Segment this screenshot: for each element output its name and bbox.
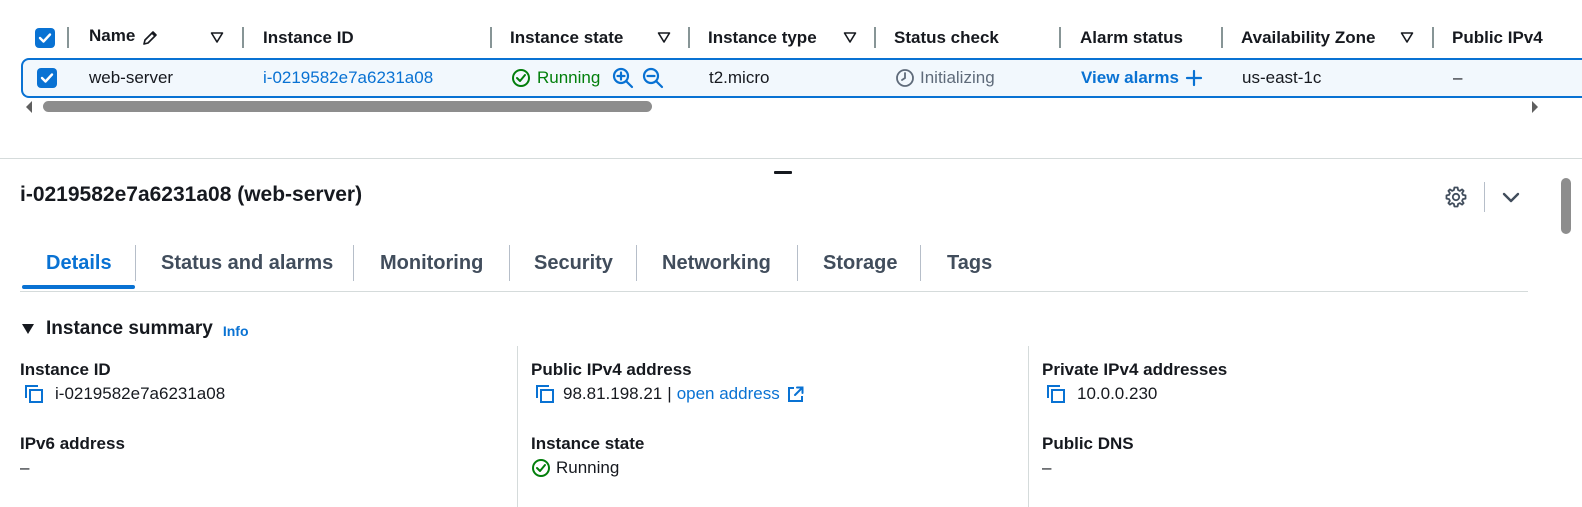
copy-icon[interactable] bbox=[23, 383, 45, 405]
ipv6-address-value: – bbox=[20, 458, 30, 477]
public-dns-value: – bbox=[1042, 458, 1052, 477]
private-ipv4-value-row: 10.0.0.230 bbox=[1045, 383, 1157, 405]
sort-triangle-icon[interactable] bbox=[656, 29, 672, 45]
header-actions-divider bbox=[1484, 182, 1485, 212]
pencil-icon[interactable] bbox=[141, 29, 159, 47]
gear-icon[interactable] bbox=[1444, 185, 1468, 209]
tab-storage[interactable]: Storage bbox=[823, 235, 897, 291]
column-header-public-ipv4[interactable]: Public IPv4 bbox=[1452, 18, 1552, 58]
instance-state-value-row: Running bbox=[531, 458, 619, 478]
cell-instance-type: t2.micro bbox=[709, 68, 770, 87]
sort-triangle-icon[interactable] bbox=[209, 29, 225, 45]
public-ipv4-label: Public IPv4 address bbox=[531, 360, 692, 379]
instances-table: Name Instance ID Instance state Instance… bbox=[0, 0, 1582, 159]
check-circle-icon bbox=[532, 459, 550, 477]
column-header-instance-type-label: Instance type bbox=[708, 28, 817, 47]
tab-monitoring[interactable]: Monitoring bbox=[380, 235, 483, 291]
clock-icon bbox=[896, 69, 914, 87]
instance-id-value: i-0219582e7a6231a08 bbox=[55, 384, 226, 403]
instance-state-value: Running bbox=[556, 458, 620, 477]
scroll-left-arrow-icon[interactable] bbox=[24, 100, 34, 114]
column-divider bbox=[1028, 346, 1029, 507]
ipv6-address-label: IPv6 address bbox=[20, 434, 125, 453]
column-header-instance-id-label: Instance ID bbox=[263, 28, 354, 47]
instance-id-label: Instance ID bbox=[20, 360, 111, 379]
sort-triangle-icon[interactable] bbox=[842, 29, 858, 45]
scroll-right-arrow-icon[interactable] bbox=[1530, 100, 1540, 114]
public-dns-label: Public DNS bbox=[1042, 434, 1134, 453]
split-panel-resize-handle[interactable] bbox=[774, 171, 792, 174]
copy-icon[interactable] bbox=[534, 383, 556, 405]
caret-down-icon bbox=[22, 324, 34, 334]
tab-status-and-alarms[interactable]: Status and alarms bbox=[161, 235, 333, 291]
column-header-status-check[interactable]: Status check bbox=[894, 18, 1061, 58]
zoom-out-icon[interactable] bbox=[642, 67, 664, 89]
cell-instance-state: Running bbox=[511, 60, 664, 96]
instance-id-value-row: i-0219582e7a6231a08 bbox=[23, 383, 225, 405]
details-tabs: Details Status and alarms Monitoring Sec… bbox=[20, 235, 1528, 292]
public-ipv4-value: 98.81.198.21 bbox=[563, 384, 663, 403]
cell-name: web-server bbox=[89, 68, 174, 87]
table-row[interactable]: web-server i-0219582e7a6231a08 Running t… bbox=[21, 58, 1582, 98]
row-select-checkbox[interactable] bbox=[37, 68, 57, 88]
column-header-name[interactable]: Name bbox=[89, 18, 244, 58]
instance-state-label: Instance state bbox=[531, 434, 645, 453]
column-header-instance-state-label: Instance state bbox=[510, 28, 624, 47]
cell-status-check: Initializing bbox=[895, 60, 995, 96]
column-header-instance-type[interactable]: Instance type bbox=[708, 18, 876, 58]
check-circle-icon bbox=[512, 69, 530, 87]
cell-availability-zone: us-east-1c bbox=[1242, 68, 1322, 87]
checkmark-icon bbox=[40, 73, 54, 83]
plus-icon[interactable] bbox=[1185, 69, 1203, 87]
value-separator: | bbox=[667, 384, 672, 403]
column-divider bbox=[517, 346, 518, 507]
external-link-icon[interactable] bbox=[786, 385, 805, 404]
instance-summary-toggle[interactable]: Instance summary Info bbox=[20, 318, 249, 340]
details-pane-title: i-0219582e7a6231a08 (web-server) bbox=[20, 183, 363, 206]
column-header-alarm-status[interactable]: Alarm status bbox=[1080, 18, 1223, 58]
column-header-alarm-status-label: Alarm status bbox=[1080, 28, 1183, 47]
view-alarms-link[interactable]: View alarms bbox=[1081, 60, 1203, 96]
public-ipv4-value-row: 98.81.198.21 | open address bbox=[534, 383, 805, 405]
private-ipv4-label: Private IPv4 addresses bbox=[1042, 360, 1228, 379]
select-all-checkbox[interactable] bbox=[35, 28, 55, 48]
checkmark-icon bbox=[38, 33, 52, 43]
column-header-name-label: Name bbox=[89, 26, 136, 45]
tab-networking[interactable]: Networking bbox=[662, 235, 771, 291]
info-link[interactable]: Info bbox=[223, 323, 249, 339]
row-select-cell bbox=[37, 60, 57, 96]
copy-icon[interactable] bbox=[1045, 383, 1067, 405]
instance-id-link[interactable]: i-0219582e7a6231a08 bbox=[263, 60, 433, 96]
tab-details[interactable]: Details bbox=[46, 235, 112, 291]
column-header-availability-zone[interactable]: Availability Zone bbox=[1241, 18, 1434, 58]
column-header-instance-state[interactable]: Instance state bbox=[510, 18, 690, 58]
chevron-down-icon[interactable] bbox=[1500, 186, 1522, 208]
section-title: Instance summary bbox=[46, 318, 213, 339]
tab-security[interactable]: Security bbox=[534, 235, 613, 291]
instance-state-text: Running bbox=[537, 68, 601, 87]
status-check-text: Initializing bbox=[920, 68, 995, 87]
view-alarms-label: View alarms bbox=[1081, 68, 1179, 87]
open-address-link[interactable]: open address bbox=[677, 384, 780, 404]
active-tab-indicator bbox=[22, 285, 135, 289]
column-header-public-ipv4-label: Public IPv4 bbox=[1452, 28, 1543, 47]
column-header-instance-id[interactable]: Instance ID bbox=[263, 18, 492, 58]
tab-tags[interactable]: Tags bbox=[947, 235, 992, 291]
zoom-in-icon[interactable] bbox=[612, 67, 634, 89]
column-header-availability-zone-label: Availability Zone bbox=[1241, 28, 1376, 47]
cell-public-ipv4: – bbox=[1453, 68, 1463, 87]
horizontal-scrollbar-thumb[interactable] bbox=[43, 101, 652, 112]
table-header: Name Instance ID Instance state Instance… bbox=[0, 18, 1582, 58]
sort-triangle-icon[interactable] bbox=[1399, 29, 1415, 45]
private-ipv4-value: 10.0.0.230 bbox=[1077, 384, 1158, 403]
vertical-scrollbar-thumb[interactable] bbox=[1561, 178, 1571, 234]
column-header-status-check-label: Status check bbox=[894, 28, 999, 47]
select-all-cell bbox=[35, 18, 65, 58]
